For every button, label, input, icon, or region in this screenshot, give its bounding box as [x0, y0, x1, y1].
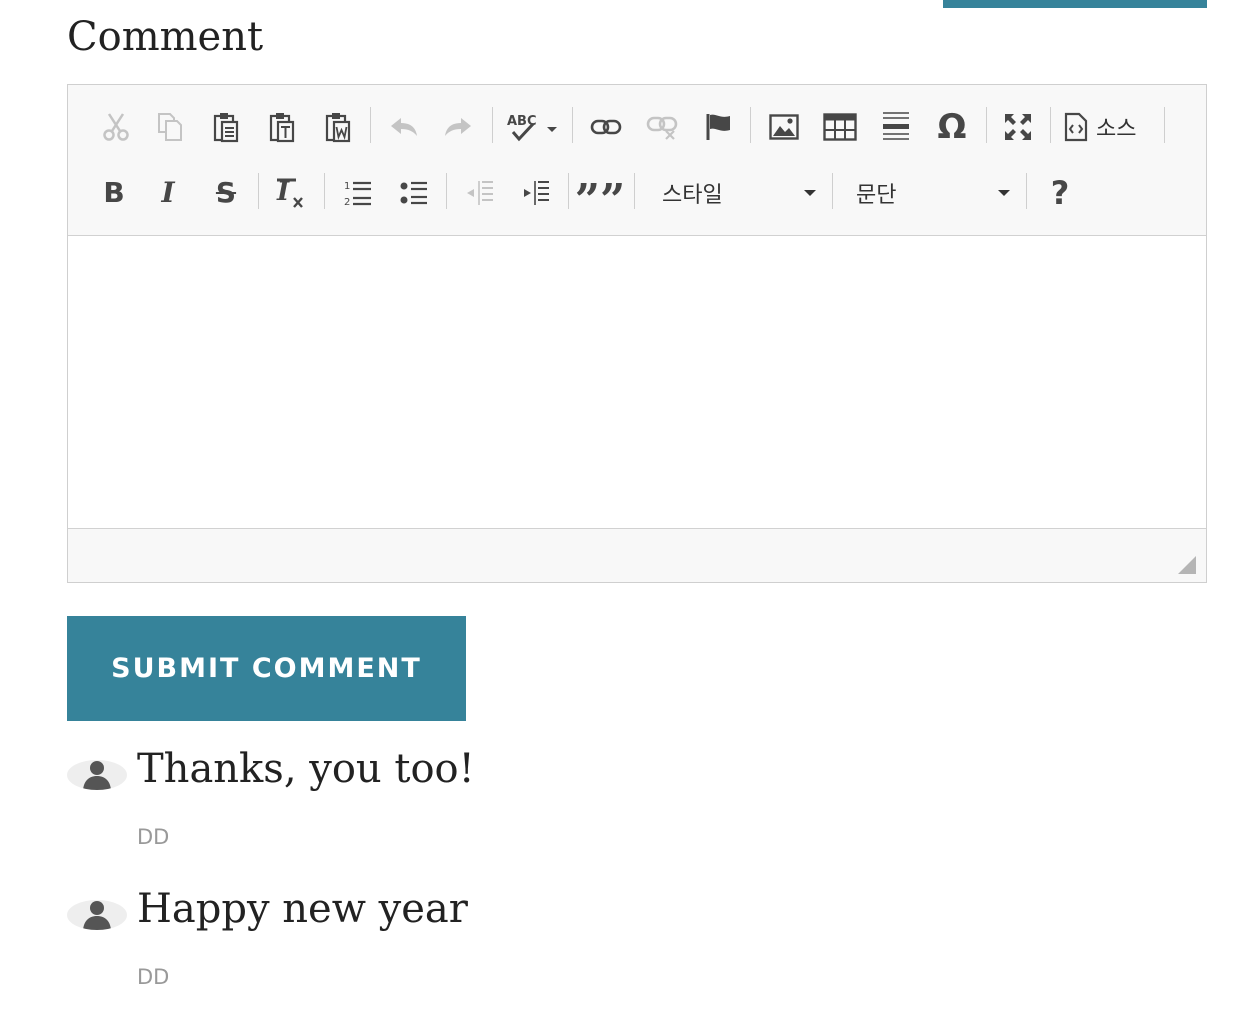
- remove-format-icon[interactable]: I: [270, 171, 310, 215]
- comment-item: Thanks, you too! DD: [67, 746, 967, 860]
- help-glyph: ?: [1050, 174, 1070, 212]
- styles-dropdown[interactable]: 스타일: [662, 171, 816, 215]
- unlink-icon[interactable]: [642, 105, 682, 149]
- strike-glyph: S: [215, 176, 237, 209]
- editor-status-bar: [68, 529, 1206, 582]
- comment-author[interactable]: DD: [137, 825, 169, 849]
- comment-heading: Comment: [67, 14, 264, 60]
- toolbar-separator: [750, 107, 751, 143]
- toolbar-separator: [986, 107, 987, 143]
- toolbar-separator: [832, 173, 833, 209]
- undo-icon[interactable]: [384, 105, 424, 149]
- source-button[interactable]: 소스: [1064, 105, 1154, 149]
- blockquote-icon[interactable]: ””: [575, 171, 626, 223]
- svg-text:2: 2: [344, 197, 350, 208]
- spellcheck-icon[interactable]: ABC: [504, 105, 562, 149]
- toolbar-separator: [1050, 107, 1051, 143]
- user-icon: [83, 901, 111, 930]
- rich-text-editor: ABC Ω 소스 B I S I 1 2 ”” 스타일 문단 ?: [67, 84, 1207, 583]
- cut-icon[interactable]: [98, 105, 134, 149]
- comment-text: Happy new year: [137, 886, 468, 932]
- avatar: [67, 900, 127, 930]
- top-strip-button-edge: [943, 0, 1207, 8]
- maximize-icon[interactable]: [998, 105, 1038, 149]
- source-icon: [1064, 112, 1088, 142]
- comment-text: Thanks, you too!: [137, 746, 475, 792]
- toolbar-separator: [324, 173, 325, 209]
- strikethrough-icon[interactable]: S: [208, 171, 244, 215]
- format-label: 문단: [856, 183, 897, 208]
- indent-icon[interactable]: [516, 171, 556, 215]
- comment-author[interactable]: DD: [137, 965, 169, 989]
- help-icon[interactable]: ?: [1042, 171, 1078, 215]
- toolbar-separator: [1026, 173, 1027, 209]
- svg-text:1: 1: [344, 181, 350, 192]
- toolbar-separator: [446, 173, 447, 209]
- toolbar-separator: [1164, 107, 1165, 143]
- format-dropdown[interactable]: 문단: [856, 171, 1010, 215]
- italic-glyph: I: [161, 176, 175, 209]
- link-icon[interactable]: [586, 105, 626, 149]
- paste-icon[interactable]: [208, 105, 244, 149]
- comment-item: Happy new year DD: [67, 886, 967, 1000]
- bold-icon[interactable]: B: [96, 171, 132, 215]
- user-icon: [83, 761, 111, 790]
- toolbar-separator: [370, 107, 371, 143]
- italic-icon[interactable]: I: [150, 171, 186, 215]
- horizontal-rule-icon[interactable]: [876, 105, 916, 149]
- chevron-down-icon: [998, 190, 1010, 196]
- toolbar-separator: [572, 107, 573, 143]
- numbered-list-icon[interactable]: 12: [338, 171, 378, 215]
- copy-icon[interactable]: [152, 105, 188, 149]
- avatar: [67, 760, 127, 790]
- omega-glyph: Ω: [937, 107, 967, 147]
- resize-handle-icon[interactable]: [1178, 556, 1196, 574]
- editor-content-area[interactable]: [68, 236, 1206, 529]
- outdent-icon[interactable]: [460, 171, 500, 215]
- special-char-icon[interactable]: Ω: [932, 105, 972, 149]
- source-label: 소스: [1096, 117, 1137, 142]
- anchor-icon[interactable]: [700, 105, 736, 149]
- bulleted-list-icon[interactable]: [394, 171, 434, 215]
- toolbar-row-1: ABC Ω 소스: [68, 105, 1206, 149]
- toolbar-separator: [568, 173, 569, 209]
- quote-glyph: ””: [574, 175, 626, 226]
- table-icon[interactable]: [820, 105, 860, 149]
- styles-label: 스타일: [662, 183, 723, 208]
- paste-text-icon[interactable]: [264, 105, 300, 149]
- toolbar-separator: [258, 173, 259, 209]
- toolbar-separator: [634, 173, 635, 209]
- editor-toolbar: ABC Ω 소스 B I S I 1 2 ”” 스타일 문단 ?: [68, 85, 1206, 236]
- chevron-down-icon: [804, 190, 816, 196]
- bold-glyph: B: [103, 176, 125, 209]
- paste-word-icon[interactable]: [320, 105, 356, 149]
- toolbar-separator: [492, 107, 493, 143]
- submit-comment-button[interactable]: SUBMIT COMMENT: [67, 616, 466, 721]
- redo-icon[interactable]: [438, 105, 478, 149]
- toolbar-row-2: B I S I 12 ”” 스타일 문단 ?: [68, 171, 1206, 223]
- image-icon[interactable]: [764, 105, 804, 149]
